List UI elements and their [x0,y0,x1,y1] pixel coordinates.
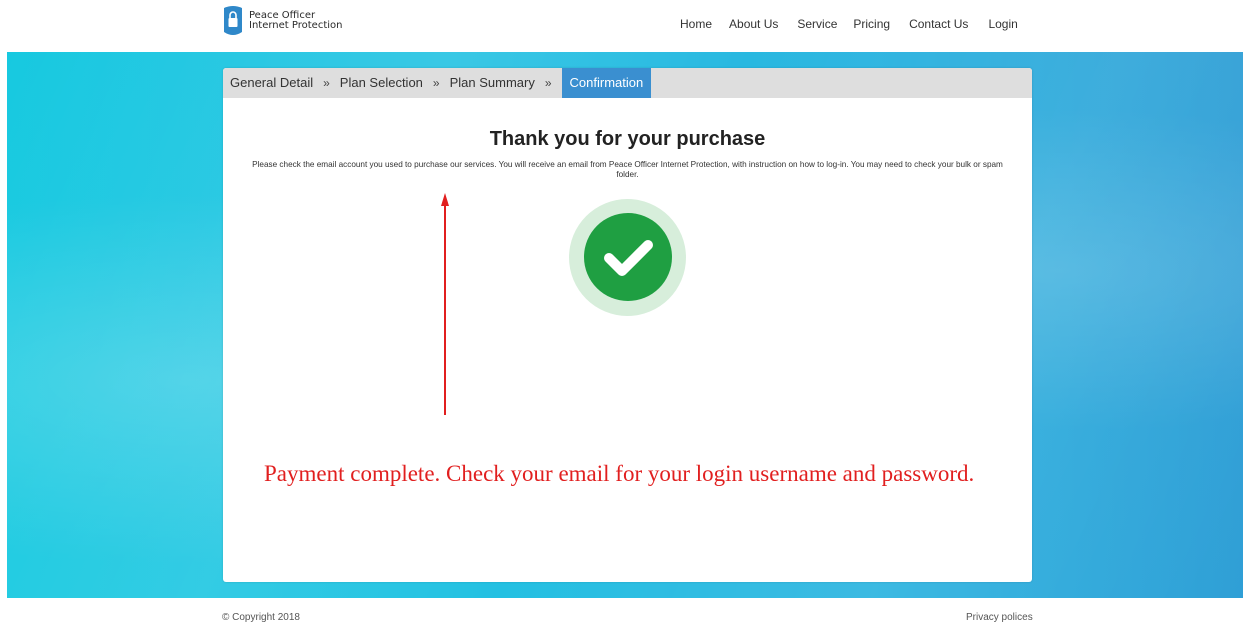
step-separator: » [323,76,330,90]
success-badge [569,199,686,316]
logo-line-2: Internet Protection [249,20,343,31]
checkmark-icon [604,240,653,276]
nav-home[interactable]: Home [680,17,712,31]
payment-annotation: Payment complete. Check your email for y… [264,461,975,486]
nav-login[interactable]: Login [988,17,1017,31]
red-arrow-annotation [441,193,449,415]
shield-lock-icon [224,6,242,35]
nav-about-us[interactable]: About Us [729,17,778,31]
page-title: Thank you for your purchase [489,128,766,150]
privacy-policies-link[interactable]: Privacy polices [966,612,1033,623]
step-plan-selection[interactable]: Plan Selection [340,68,423,98]
confirmation-card: General Detail » Plan Selection » Plan S… [223,68,1032,582]
step-confirmation[interactable]: Confirmation [561,68,652,98]
nav-pricing[interactable]: Pricing [853,17,890,31]
copyright-text: © Copyright 2018 [222,612,300,623]
main-nav: Home About Us Service Pricing Contact Us… [680,17,1018,31]
logo-text: Peace Officer Internet Protection [249,11,342,31]
step-separator: » [432,76,440,90]
checkout-steps: General Detail » Plan Selection » Plan S… [223,68,1032,98]
nav-service[interactable]: Service [797,17,837,31]
site-header: Peace Officer Internet Protection Home A… [0,0,1243,52]
step-separator: » [544,76,552,90]
site-footer: © Copyright 2018 Privacy polices [0,598,1243,624]
step-general-detail[interactable]: General Detail [223,68,313,98]
step-plan-summary[interactable]: Plan Summary [450,68,535,98]
confirmation-message: Please check the email account you used … [252,160,1003,179]
site-logo[interactable]: Peace Officer Internet Protection [222,4,342,38]
check-circle-icon [584,213,672,301]
nav-contact-us[interactable]: Contact Us [909,17,968,31]
